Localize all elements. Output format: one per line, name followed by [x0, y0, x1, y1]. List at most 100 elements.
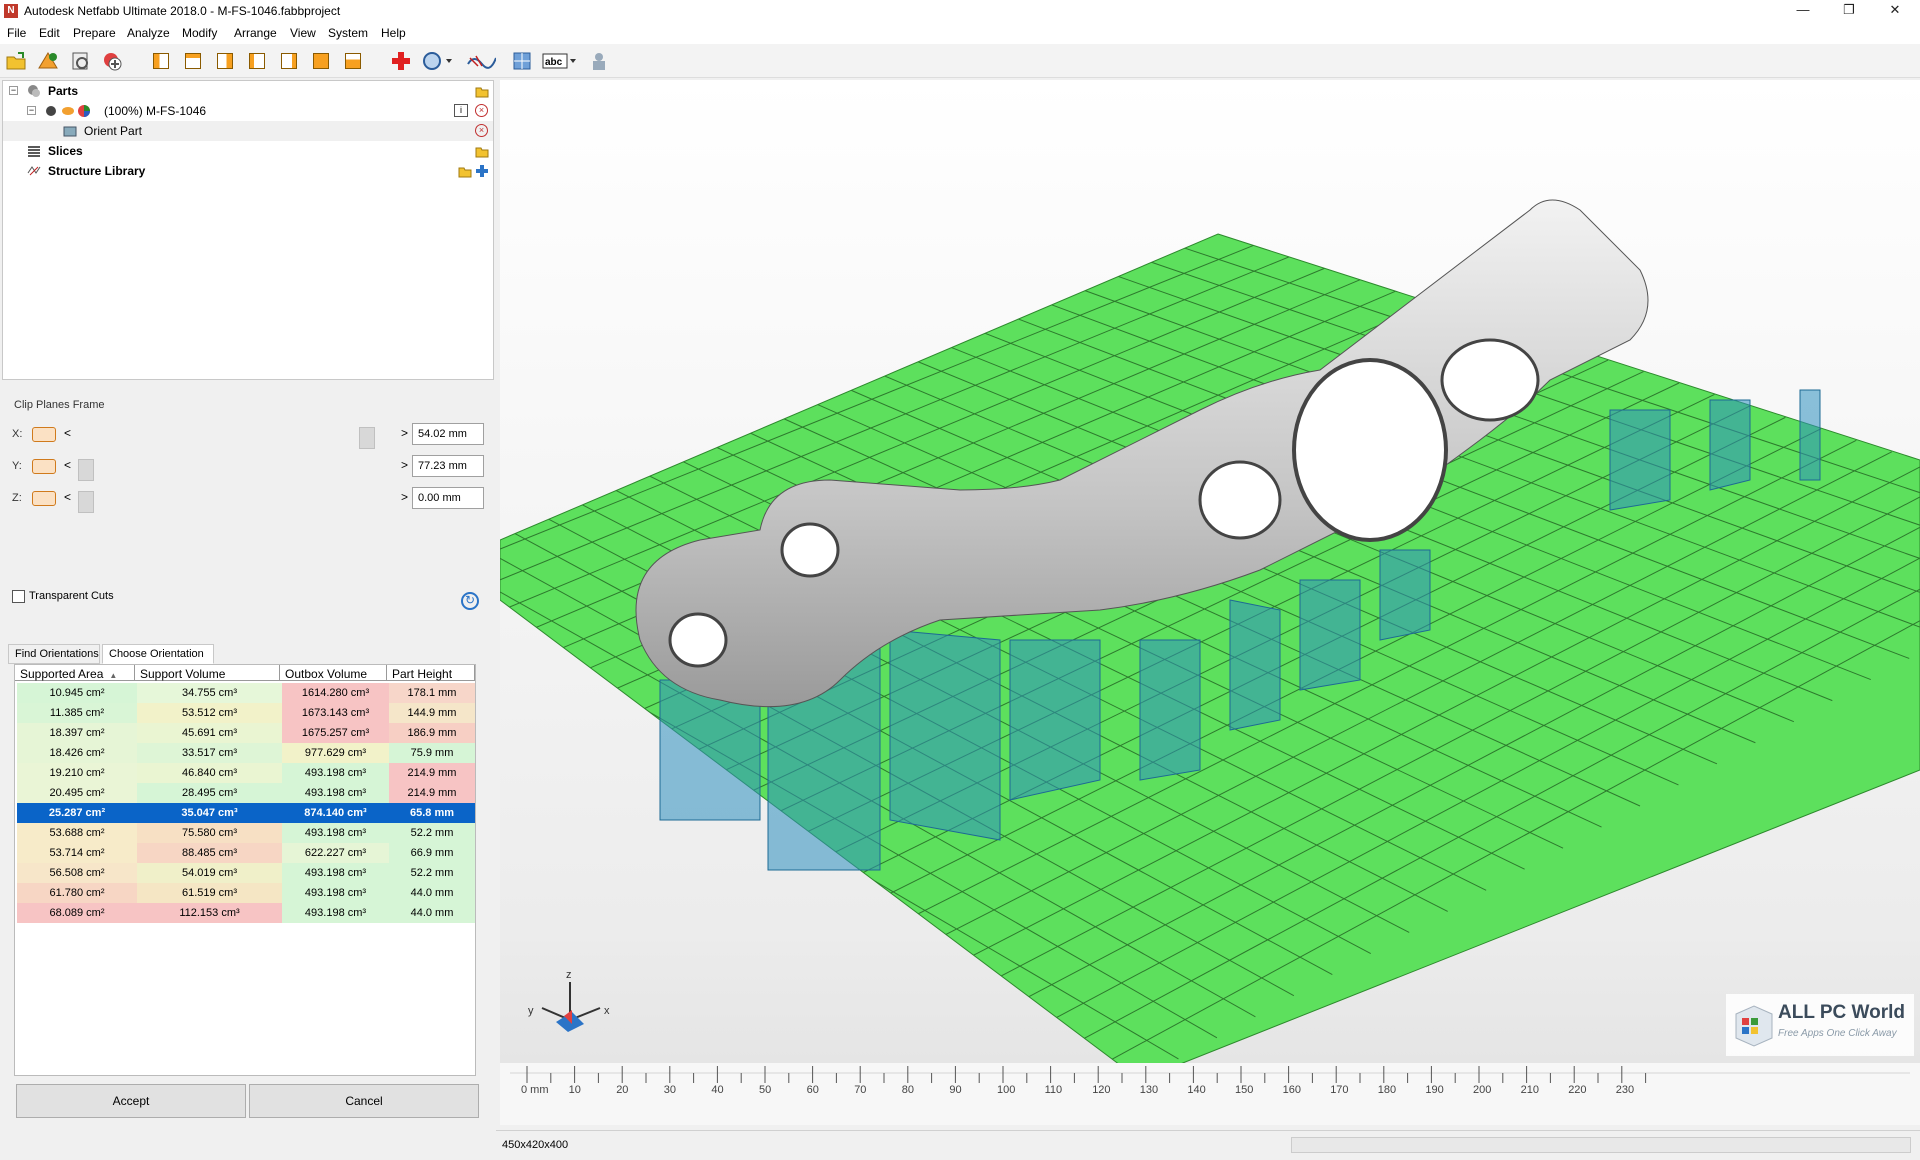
table-row[interactable]: 18.397 cm² 45.691 cm³ 1675.257 cm³ 186.9 mm: [17, 723, 475, 743]
remove-icon[interactable]: ×: [475, 104, 488, 117]
menu-analyze[interactable]: Analyze: [127, 26, 170, 40]
collapse-icon[interactable]: −: [9, 86, 18, 95]
axis-z-slider-thumb[interactable]: [78, 491, 94, 513]
axis-y-toggle[interactable]: [32, 459, 56, 474]
table-row[interactable]: 53.688 cm² 75.580 cm³ 493.198 cm³ 52.2 mm: [17, 823, 475, 843]
axis-z-increase-button[interactable]: >: [401, 490, 408, 504]
axis-y-increase-button[interactable]: >: [401, 458, 408, 472]
menu-edit[interactable]: Edit: [39, 26, 60, 40]
info-icon[interactable]: i: [454, 104, 468, 117]
ruler-label: 230: [1616, 1084, 1634, 1096]
folder-icon[interactable]: [458, 164, 472, 178]
transparent-cuts-checkbox[interactable]: [12, 590, 25, 603]
ruler-label: 120: [1092, 1084, 1110, 1096]
view-back-icon[interactable]: [182, 50, 204, 72]
measure-icon[interactable]: [422, 50, 452, 72]
axis-y-slider-thumb[interactable]: [78, 459, 94, 481]
view-right-icon[interactable]: [246, 50, 268, 72]
ruler-label: 210: [1521, 1084, 1539, 1096]
table-row[interactable]: 56.508 cm² 54.019 cm³ 493.198 cm³ 52.2 mm: [17, 863, 475, 883]
menu-arrange[interactable]: Arrange: [234, 26, 277, 40]
repair-cross-icon[interactable]: [390, 50, 412, 72]
tree-item-part[interactable]: − (100%) M-FS-1046 i ×: [3, 101, 493, 121]
tree-item-slices[interactable]: Slices: [3, 141, 493, 161]
table-row[interactable]: 53.714 cm² 88.485 cm³ 622.227 cm³ 66.9 mm: [17, 843, 475, 863]
table-row[interactable]: 68.089 cm² 112.153 cm³ 493.198 cm³ 44.0 mm: [17, 903, 475, 923]
table-row[interactable]: 10.945 cm² 34.755 cm³ 1614.280 cm³ 178.1 mm: [17, 683, 475, 703]
label-abc-icon[interactable]: abc: [542, 50, 576, 72]
load-part-icon[interactable]: [70, 50, 92, 72]
scene[interactable]: z x y: [499, 80, 1920, 1081]
view-iso-icon[interactable]: [342, 50, 364, 72]
axis-z-slider[interactable]: [78, 491, 396, 513]
add-icon[interactable]: [475, 164, 489, 178]
horizontal-scrollbar[interactable]: [1291, 1137, 1911, 1153]
menu-modify[interactable]: Modify: [182, 26, 217, 40]
minimize-button[interactable]: —: [1780, 0, 1826, 22]
view-front-icon[interactable]: [150, 50, 172, 72]
slice-icon[interactable]: [466, 50, 497, 72]
parts-icon: [28, 85, 40, 97]
cancel-button[interactable]: Cancel: [249, 1084, 479, 1118]
col-header-supported-area[interactable]: Supported Area ▲: [15, 665, 135, 681]
table-cell: 493.198 cm³: [282, 903, 389, 923]
person-icon[interactable]: [588, 50, 610, 72]
axis-z-toggle[interactable]: [32, 491, 56, 506]
menu-file[interactable]: File: [7, 26, 26, 40]
col-header-outbox-volume[interactable]: Outbox Volume: [280, 665, 387, 681]
menu-view[interactable]: View: [290, 26, 316, 40]
axis-x-increase-button[interactable]: >: [401, 426, 408, 440]
menu-prepare[interactable]: Prepare: [73, 26, 116, 40]
table-row[interactable]: 19.210 cm² 46.840 cm³ 493.198 cm³ 214.9 mm: [17, 763, 475, 783]
menu-help[interactable]: Help: [381, 26, 406, 40]
axis-y-value-field[interactable]: 77.23 mm: [412, 455, 484, 477]
tab-choose-orientation[interactable]: Choose Orientation: [102, 644, 214, 664]
col-header-part-height[interactable]: Part Height: [387, 665, 475, 681]
view-left-icon[interactable]: [214, 50, 236, 72]
folder-icon[interactable]: [475, 84, 489, 98]
tree-item-orient[interactable]: Orient Part ×: [3, 121, 493, 141]
color-wheel-icon[interactable]: [77, 104, 91, 118]
collapse-icon[interactable]: −: [27, 106, 36, 115]
table-row[interactable]: 18.426 cm² 33.517 cm³ 977.629 cm³ 75.9 mm: [17, 743, 475, 763]
axis-y-label: Y:: [12, 460, 22, 472]
view-bottom-icon[interactable]: [310, 50, 332, 72]
tree-item-parts[interactable]: − Parts: [3, 81, 493, 101]
axis-y-slider[interactable]: [78, 459, 396, 481]
ruler-label: 190: [1425, 1084, 1443, 1096]
table-row[interactable]: 61.780 cm² 61.519 cm³ 493.198 cm³ 44.0 mm: [17, 883, 475, 903]
table-row[interactable]: 25.287 cm² 35.047 cm³ 874.140 cm³ 65.8 mm: [17, 803, 475, 823]
accept-button[interactable]: Accept: [16, 1084, 246, 1118]
view-top-icon[interactable]: [278, 50, 300, 72]
remove-icon[interactable]: ×: [475, 124, 488, 137]
axis-x-toggle[interactable]: [32, 427, 56, 442]
eye-icon[interactable]: [61, 104, 75, 118]
table-row[interactable]: 11.385 cm² 53.512 cm³ 1673.143 cm³ 144.9 mm: [17, 703, 475, 723]
table-row[interactable]: 20.495 cm² 28.495 cm³ 493.198 cm³ 214.9 mm: [17, 783, 475, 803]
folder-icon[interactable]: [475, 144, 489, 158]
visibility-dot-icon[interactable]: [45, 104, 59, 118]
clip-planes-title: Clip Planes Frame: [14, 399, 105, 411]
refresh-icon[interactable]: ↻: [461, 592, 479, 610]
axis-x-slider[interactable]: [78, 427, 396, 449]
table-cell: 1614.280 cm³: [282, 683, 389, 703]
axis-y-decrease-button[interactable]: <: [64, 458, 71, 472]
axis-x-decrease-button[interactable]: <: [64, 426, 71, 440]
axis-z-value-field[interactable]: 0.00 mm: [412, 487, 484, 509]
support-icon[interactable]: [511, 50, 533, 72]
menu-system[interactable]: System: [328, 26, 368, 40]
table-cell: 88.485 cm³: [137, 843, 282, 863]
add-plus-icon[interactable]: [101, 50, 123, 72]
restore-button[interactable]: ❐: [1826, 0, 1872, 22]
add-part-icon[interactable]: [37, 50, 59, 72]
col-header-support-volume[interactable]: Support Volume: [135, 665, 280, 681]
axis-x-value-field[interactable]: 54.02 mm: [412, 423, 484, 445]
table-cell: 46.840 cm³: [137, 763, 282, 783]
close-button[interactable]: ✕: [1872, 0, 1918, 22]
axis-x-slider-thumb[interactable]: [359, 427, 375, 449]
tab-find-orientations[interactable]: Find Orientations: [8, 644, 100, 664]
tree-item-structure-library[interactable]: Structure Library: [3, 161, 493, 181]
open-project-icon[interactable]: [5, 50, 27, 72]
3d-viewport[interactable]: z x y: [499, 80, 1920, 1081]
axis-z-decrease-button[interactable]: <: [64, 490, 71, 504]
